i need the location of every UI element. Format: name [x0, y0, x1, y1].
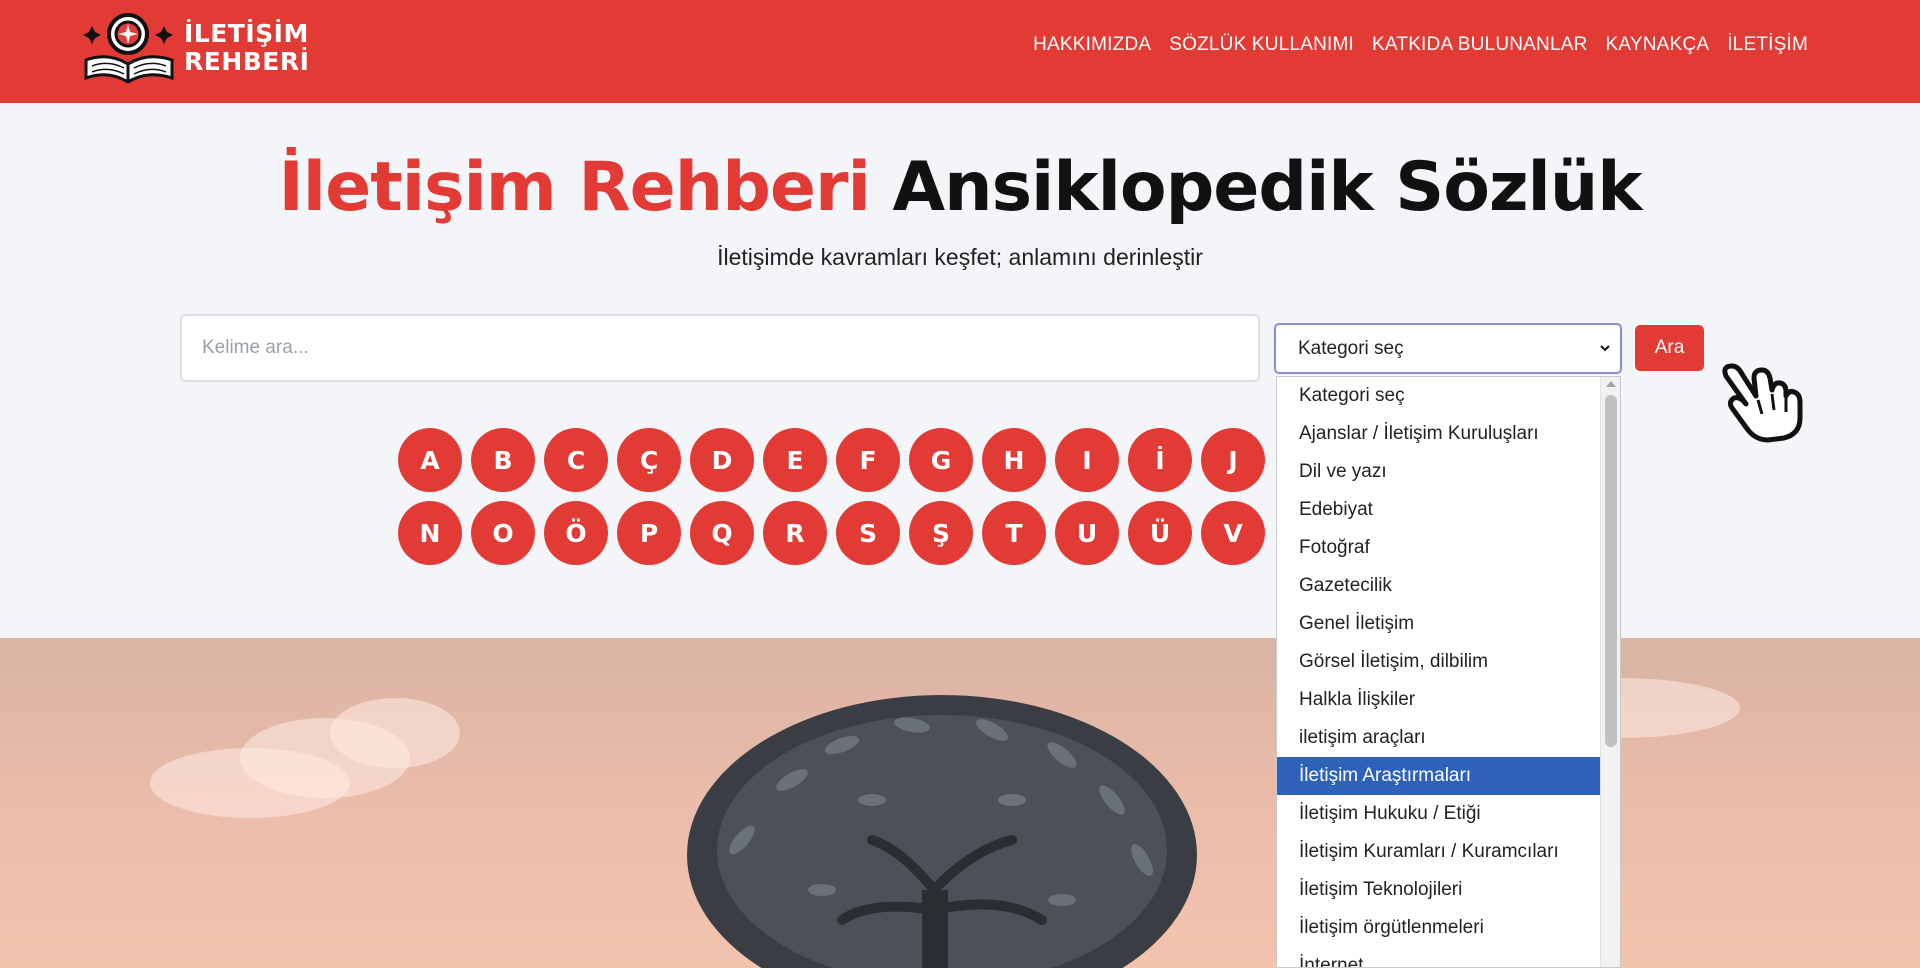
- logo-line-1: İLETİŞİM: [184, 19, 309, 48]
- dropdown-option[interactable]: Edebiyat: [1277, 491, 1601, 529]
- dropdown-option[interactable]: İnternet: [1277, 947, 1601, 967]
- nav-link-kaynakca[interactable]: KAYNAKÇA: [1606, 34, 1710, 56]
- nav-link-hakkimizda[interactable]: HAKKIMIZDA: [1033, 34, 1151, 56]
- dropdown-option[interactable]: Dil ve yazı: [1277, 453, 1601, 491]
- letter-button-g[interactable]: G: [909, 428, 973, 492]
- category-dropdown-list[interactable]: Kategori seç Ajanslar / İletişim Kuruluş…: [1276, 376, 1621, 968]
- alphabet-row-2: N O Ö P Q R S Ş T U Ü V: [398, 501, 1278, 565]
- title-main: Ansiklopedik Sözlük: [892, 148, 1643, 227]
- letter-button-s[interactable]: S: [836, 501, 900, 565]
- page-title: İletişim Rehberi Ansiklopedik Sözlük: [0, 148, 1920, 227]
- letter-button-b[interactable]: B: [471, 428, 535, 492]
- dropdown-option[interactable]: iletişim araçları: [1277, 719, 1601, 757]
- chevron-down-icon: [1600, 345, 1610, 352]
- category-select-value: Kategori seç: [1298, 337, 1404, 359]
- letter-button-f[interactable]: F: [836, 428, 900, 492]
- book-magnifier-icon: [83, 13, 174, 84]
- alphabet-row-1: A B C Ç D E F G H I İ J: [398, 428, 1278, 492]
- hero-image: [0, 638, 1920, 968]
- letter-button-r[interactable]: R: [763, 501, 827, 565]
- scroll-up-arrow-icon[interactable]: [1606, 381, 1616, 387]
- search-button[interactable]: Ara: [1635, 325, 1704, 371]
- letter-button-u[interactable]: U: [1055, 501, 1119, 565]
- letter-button-t[interactable]: T: [982, 501, 1046, 565]
- dropdown-option[interactable]: İletişim Kuramları / Kuramcıları: [1277, 833, 1601, 871]
- letter-button-d[interactable]: D: [690, 428, 754, 492]
- dropdown-scrollbar[interactable]: [1600, 377, 1620, 967]
- main-nav: HAKKIMIZDA SÖZLÜK KULLANIMI KATKIDA BULU…: [1033, 34, 1808, 56]
- dropdown-option[interactable]: Görsel İletişim, dilbilim: [1277, 643, 1601, 681]
- category-select[interactable]: Kategori seç: [1274, 323, 1622, 374]
- dropdown-option-highlighted[interactable]: İletişim Araştırmaları: [1277, 757, 1601, 795]
- title-brand: İletişim Rehberi: [278, 148, 870, 227]
- letter-button-i-dotless[interactable]: I: [1055, 428, 1119, 492]
- dropdown-option[interactable]: İletişim Hukuku / Etiği: [1277, 795, 1601, 833]
- logo-text: İLETİŞİM REHBERİ: [184, 20, 309, 76]
- cloud-shape: [330, 698, 460, 768]
- word-tree-illustration: [687, 695, 1197, 968]
- search-input[interactable]: [180, 314, 1260, 382]
- letter-button-q[interactable]: Q: [690, 501, 754, 565]
- site-logo[interactable]: İLETİŞİM REHBERİ: [78, 8, 309, 88]
- letter-button-h[interactable]: H: [982, 428, 1046, 492]
- letter-button-a[interactable]: A: [398, 428, 462, 492]
- top-navbar: İLETİŞİM REHBERİ HAKKIMIZDA SÖZLÜK KULLA…: [0, 0, 1920, 103]
- letter-button-c[interactable]: C: [544, 428, 608, 492]
- dropdown-option[interactable]: İletişim Teknolojileri: [1277, 871, 1601, 909]
- letter-button-o[interactable]: O: [471, 501, 535, 565]
- dropdown-option[interactable]: Halkla İlişkiler: [1277, 681, 1601, 719]
- letter-button-u-umlaut[interactable]: Ü: [1128, 501, 1192, 565]
- letter-button-c-cedilla[interactable]: Ç: [617, 428, 681, 492]
- pointing-hand-icon: [1722, 363, 1803, 443]
- logo-line-2: REHBERİ: [184, 47, 310, 76]
- nav-link-katkida-bulunanlar[interactable]: KATKIDA BULUNANLAR: [1372, 34, 1587, 56]
- nav-link-iletisim[interactable]: İLETİŞİM: [1727, 34, 1808, 56]
- scrollbar-thumb[interactable]: [1605, 395, 1617, 747]
- letter-button-p[interactable]: P: [617, 501, 681, 565]
- letter-button-j[interactable]: J: [1201, 428, 1265, 492]
- dropdown-option[interactable]: İletişim örgütlenmeleri: [1277, 909, 1601, 947]
- dropdown-option[interactable]: Genel İletişim: [1277, 605, 1601, 643]
- dropdown-option[interactable]: Kategori seç: [1277, 377, 1601, 415]
- letter-button-v[interactable]: V: [1201, 501, 1265, 565]
- nav-link-sozluk-kullanimi[interactable]: SÖZLÜK KULLANIMI: [1169, 34, 1354, 56]
- alphabet-index: A B C Ç D E F G H I İ J N O Ö P Q R S Ş …: [398, 428, 1278, 574]
- page-subtitle: İletişimde kavramları keşfet; anlamını d…: [717, 244, 1203, 270]
- letter-button-n[interactable]: N: [398, 501, 462, 565]
- dropdown-option[interactable]: Fotoğraf: [1277, 529, 1601, 567]
- dropdown-option[interactable]: Gazetecilik: [1277, 567, 1601, 605]
- letter-button-o-umlaut[interactable]: Ö: [544, 501, 608, 565]
- letter-button-i-dotted[interactable]: İ: [1128, 428, 1192, 492]
- letter-button-e[interactable]: E: [763, 428, 827, 492]
- letter-button-s-cedilla[interactable]: Ş: [909, 501, 973, 565]
- dropdown-option[interactable]: Ajanslar / İletişim Kuruluşları: [1277, 415, 1601, 453]
